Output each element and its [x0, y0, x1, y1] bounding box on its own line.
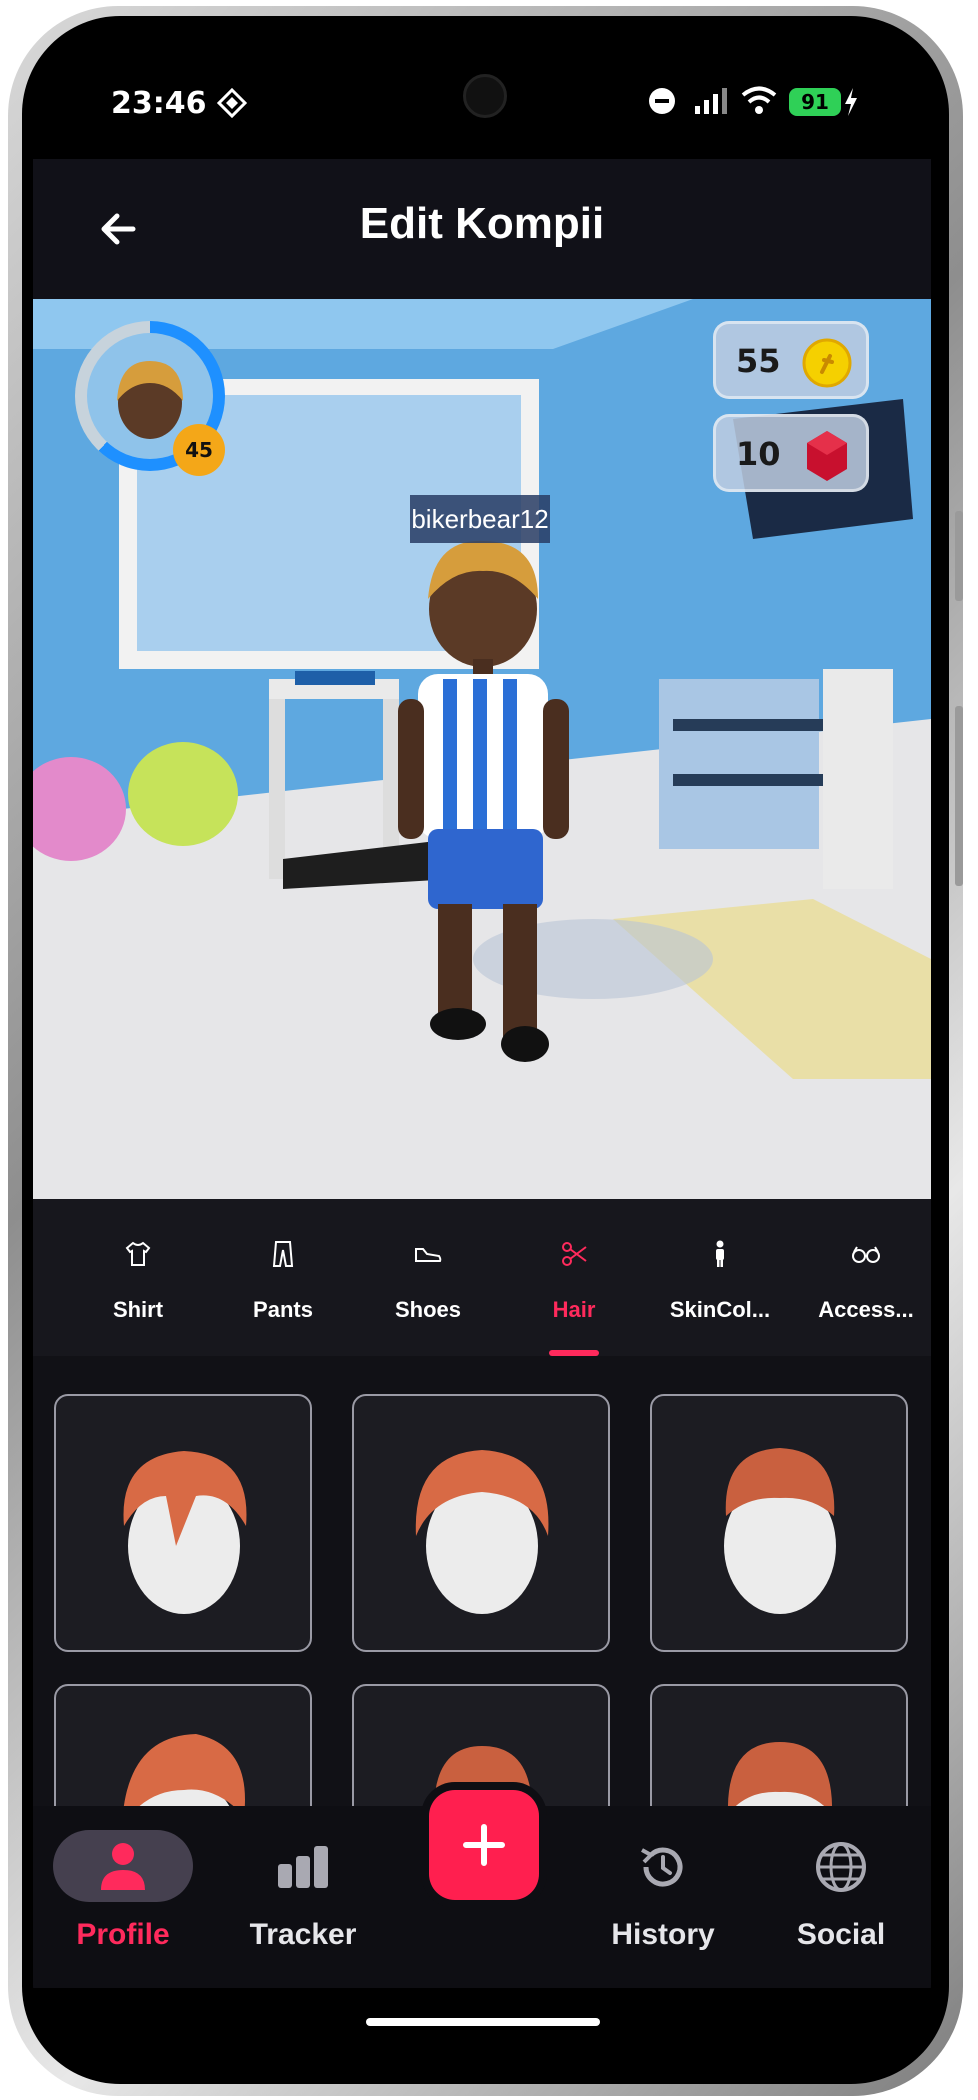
volume-button	[955, 511, 963, 601]
hair-options-grid	[33, 1356, 931, 1806]
nav-label: History	[611, 1918, 715, 1951]
person-icon	[716, 1240, 724, 1267]
hair-preview-icon	[728, 1742, 832, 1806]
globe-icon	[816, 1842, 866, 1892]
plus-icon	[463, 1824, 505, 1866]
tab-label: Access...	[818, 1297, 914, 1322]
tab-shoes[interactable]: Shoes	[353, 1199, 503, 1356]
nav-history[interactable]: History	[573, 1806, 753, 1988]
glasses-icon	[852, 1246, 880, 1263]
hair-option-1[interactable]	[54, 1394, 312, 1652]
coin-count: 55	[736, 342, 781, 380]
dnd-icon	[649, 88, 675, 114]
shirt-icon	[125, 1241, 151, 1266]
hair-option-5[interactable]	[352, 1684, 610, 1806]
hair-option-3[interactable]	[650, 1394, 908, 1652]
shoe-icon	[415, 1248, 442, 1262]
category-tabs: Shirt Pants Shoes Hair SkinCol... Access…	[33, 1199, 931, 1356]
charging-icon	[845, 88, 857, 116]
network-icon	[217, 88, 247, 118]
tab-accessories[interactable]: Access...	[791, 1199, 931, 1356]
gem-icon	[807, 431, 847, 481]
tab-skin-color[interactable]: SkinCol...	[645, 1199, 795, 1356]
avatar-scene[interactable]: 45 55 10 bikerbear12	[33, 299, 931, 1199]
hair-preview-icon	[434, 1746, 532, 1806]
scissors-icon	[562, 1242, 587, 1266]
bar-chart-icon	[278, 1846, 328, 1888]
nav-label: Social	[796, 1918, 886, 1951]
wifi-icon	[741, 86, 777, 114]
nav-label: Tracker	[249, 1918, 357, 1951]
status-bar: 23:46 91	[33, 32, 931, 159]
nav-profile[interactable]: Profile	[33, 1806, 213, 1988]
tab-hair[interactable]: Hair	[499, 1199, 649, 1356]
gem-balance[interactable]: 10	[713, 414, 869, 492]
person-icon	[101, 1843, 145, 1890]
nav-label: Profile	[76, 1918, 170, 1951]
tab-shirt[interactable]: Shirt	[63, 1199, 213, 1356]
signal-icon	[695, 88, 727, 114]
hair-preview-icon	[415, 1450, 549, 1614]
hair-preview-icon	[724, 1448, 836, 1614]
power-button	[955, 706, 963, 886]
nav-tracker[interactable]: Tracker	[213, 1806, 393, 1988]
history-icon	[641, 1847, 683, 1887]
tab-pants[interactable]: Pants	[208, 1199, 358, 1356]
coin-icon	[802, 338, 852, 388]
username-tag: bikerbear12	[410, 495, 550, 543]
tab-label: SkinCol...	[669, 1297, 771, 1322]
coin-balance[interactable]: 55	[713, 321, 869, 399]
pants-icon	[272, 1241, 294, 1267]
front-camera	[463, 74, 507, 118]
status-time: 23:46	[111, 86, 207, 121]
hair-option-2[interactable]	[352, 1394, 610, 1652]
gem-count: 10	[736, 435, 781, 473]
hair-option-6[interactable]	[650, 1684, 908, 1806]
level-badge: 45	[173, 424, 225, 476]
app-bar: Edit Kompii	[33, 159, 931, 299]
screen: 23:46 91 Edit Kompii 45 55 10 bikerbear1…	[33, 32, 931, 2057]
hair-preview-icon	[123, 1451, 247, 1614]
hair-preview-icon	[123, 1734, 245, 1806]
tab-label: Pants	[253, 1297, 313, 1322]
tab-label: Shirt	[112, 1297, 164, 1322]
hair-option-4[interactable]	[54, 1684, 312, 1806]
tab-label: Shoes	[394, 1297, 462, 1322]
page-title: Edit Kompii	[359, 199, 605, 248]
tab-label: Hair	[552, 1297, 596, 1322]
add-button[interactable]	[429, 1790, 539, 1900]
nav-social[interactable]: Social	[751, 1806, 931, 1988]
battery-icon: 91	[789, 88, 841, 116]
home-indicator[interactable]	[366, 2018, 600, 2026]
